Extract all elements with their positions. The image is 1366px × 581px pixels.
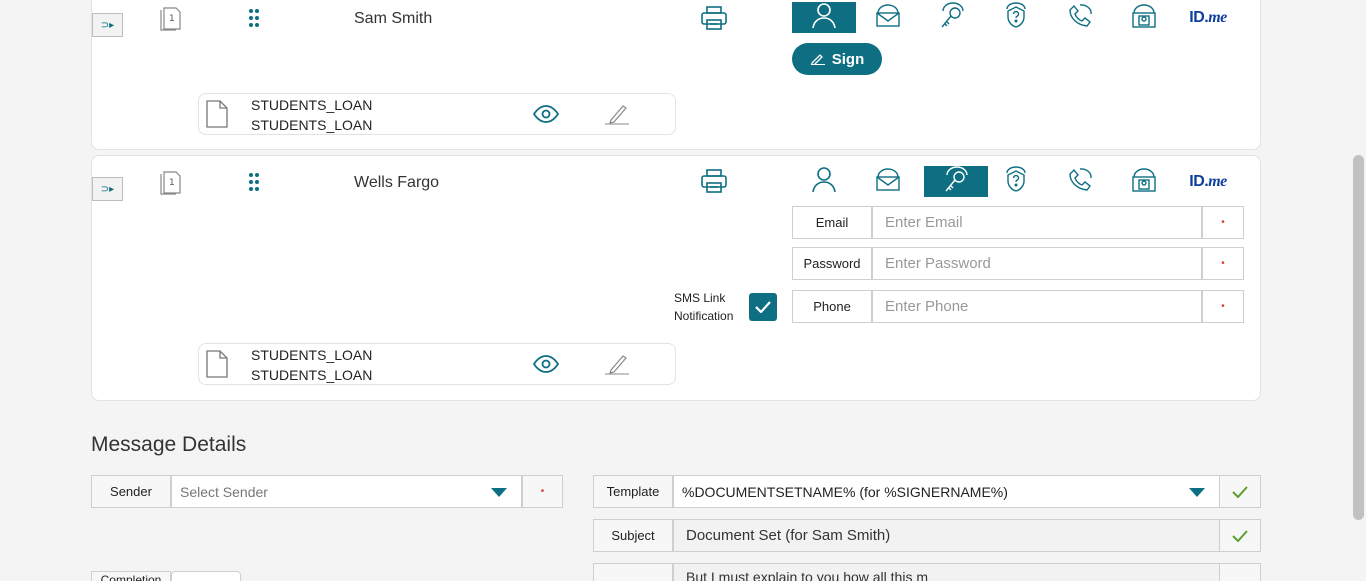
template-select[interactable]: %DOCUMENTSETNAME% (for %SIGNERNAME%) <box>673 475 1220 508</box>
phone-required-indicator: • <box>1202 290 1244 323</box>
document-row: STUDENTS_LOAN STUDENTS_LOAN <box>198 343 676 385</box>
drag-handle-icon[interactable] <box>248 8 260 33</box>
signer-name: Wells Fargo <box>354 174 440 191</box>
id-card-icon <box>1129 165 1159 198</box>
sms-notification-checkbox[interactable] <box>749 293 777 321</box>
template-select-value: %DOCUMENTSETNAME% (for %SIGNERNAME%) <box>682 483 1008 500</box>
print-icon[interactable] <box>700 168 728 199</box>
phone-icon <box>1065 1 1095 34</box>
signature-pen-icon[interactable] <box>603 102 631 131</box>
signer-name: Sam Smith <box>354 10 433 27</box>
phone-icon <box>1065 165 1095 198</box>
completion-input[interactable] <box>171 571 241 581</box>
document-names: STUDENTS_LOAN STUDENTS_LOAN <box>251 95 372 135</box>
method-person-button[interactable] <box>792 166 856 197</box>
signer-card-2: ⊃▸ 1 Wells Fargo ID.me Email Enter Email… <box>91 155 1261 401</box>
chevron-down-icon <box>1189 488 1205 497</box>
email-field[interactable]: Enter Email <box>872 206 1202 239</box>
drag-handle-icon[interactable] <box>248 172 260 197</box>
subject-input[interactable]: Document Set (for Sam Smith) <box>673 519 1220 552</box>
id-card-icon <box>1129 1 1159 34</box>
password-field[interactable]: Enter Password <box>872 247 1202 280</box>
sender-select-value: Select Sender <box>180 483 268 500</box>
eye-icon[interactable] <box>532 105 560 128</box>
document-name: STUDENTS_LOAN <box>251 347 373 363</box>
print-icon[interactable] <box>700 5 728 36</box>
document-names: STUDENTS_LOAN STUDENTS_LOAN <box>251 345 372 385</box>
page-count-icon: 1 <box>160 169 182 200</box>
person-icon <box>809 165 839 198</box>
completion-label: Completion <box>91 571 171 581</box>
method-id-card-button[interactable] <box>1112 166 1176 197</box>
document-icon <box>206 100 228 133</box>
method-key-button[interactable] <box>924 166 988 197</box>
method-phone-button[interactable] <box>1048 166 1112 197</box>
template-label: Template <box>593 475 673 508</box>
expand-toggle-button[interactable]: ⊃▸ <box>92 13 123 37</box>
shield-question-icon <box>1001 165 1031 198</box>
document-name: STUDENTS_LOAN <box>251 97 373 113</box>
idme-logo: ID.me <box>1189 172 1227 190</box>
scrollbar-thumb[interactable] <box>1353 155 1364 520</box>
email-icon <box>873 1 903 34</box>
method-idme-button[interactable]: ID.me <box>1176 2 1240 33</box>
password-required-indicator: • <box>1202 247 1244 280</box>
sms-notification-label: SMS Link Notification <box>674 289 733 325</box>
chevron-down-icon <box>491 488 507 497</box>
sender-select[interactable]: Select Sender <box>171 475 522 508</box>
method-email-button[interactable] <box>856 2 920 33</box>
message-valid-indicator <box>1219 563 1261 581</box>
idme-logo: ID.me <box>1189 8 1227 26</box>
key-icon <box>937 1 967 34</box>
page-count-icon: 1 <box>160 5 182 36</box>
document-icon <box>206 350 228 383</box>
svg-text:1: 1 <box>169 14 175 24</box>
method-id-card-button[interactable] <box>1112 2 1176 33</box>
document-row: STUDENTS_LOAN STUDENTS_LOAN <box>198 93 676 135</box>
person-icon <box>809 1 839 34</box>
sms-label-line1: SMS Link <box>674 291 726 305</box>
checkmark-icon <box>755 301 771 313</box>
document-type: STUDENTS_LOAN <box>251 367 373 383</box>
checkmark-icon <box>1232 485 1248 498</box>
subject-label: Subject <box>593 519 673 552</box>
document-type: STUDENTS_LOAN <box>251 117 373 133</box>
key-icon <box>941 165 971 198</box>
email-required-indicator: • <box>1202 206 1244 239</box>
email-label: Email <box>792 206 872 239</box>
sender-label: Sender <box>91 475 171 508</box>
subject-valid-indicator <box>1219 519 1261 552</box>
method-security-question-button[interactable] <box>984 166 1048 197</box>
method-key-button[interactable] <box>920 2 984 33</box>
method-phone-button[interactable] <box>1048 2 1112 33</box>
sign-button-label: Sign <box>831 50 865 68</box>
template-valid-indicator <box>1219 475 1261 508</box>
svg-text:1: 1 <box>169 178 175 188</box>
signature-pen-icon[interactable] <box>603 352 631 381</box>
expand-toggle-button[interactable]: ⊃▸ <box>92 177 123 201</box>
method-person-button[interactable] <box>792 2 856 33</box>
message-label <box>593 563 673 581</box>
sign-button[interactable]: Sign <box>792 43 882 75</box>
email-icon <box>873 165 903 198</box>
password-label: Password <box>792 247 872 280</box>
eye-icon[interactable] <box>532 355 560 378</box>
message-body-input[interactable]: But I must explain to you how all this m <box>673 563 1220 581</box>
checkmark-icon <box>1232 529 1248 542</box>
phone-field[interactable]: Enter Phone <box>872 290 1202 323</box>
phone-label: Phone <box>792 290 872 323</box>
sender-required-indicator: • <box>522 475 563 508</box>
method-email-button[interactable] <box>856 166 920 197</box>
method-security-question-button[interactable] <box>984 2 1048 33</box>
pen-icon <box>810 54 825 65</box>
shield-question-icon <box>1001 1 1031 34</box>
method-idme-button[interactable]: ID.me <box>1176 166 1240 197</box>
sms-label-line2: Notification <box>674 309 734 323</box>
signer-card-1: ⊃▸ 1 Sam Smith ID.me Sign STUDENTS_LOAN … <box>91 0 1261 150</box>
message-details-heading: Message Details <box>91 433 247 456</box>
